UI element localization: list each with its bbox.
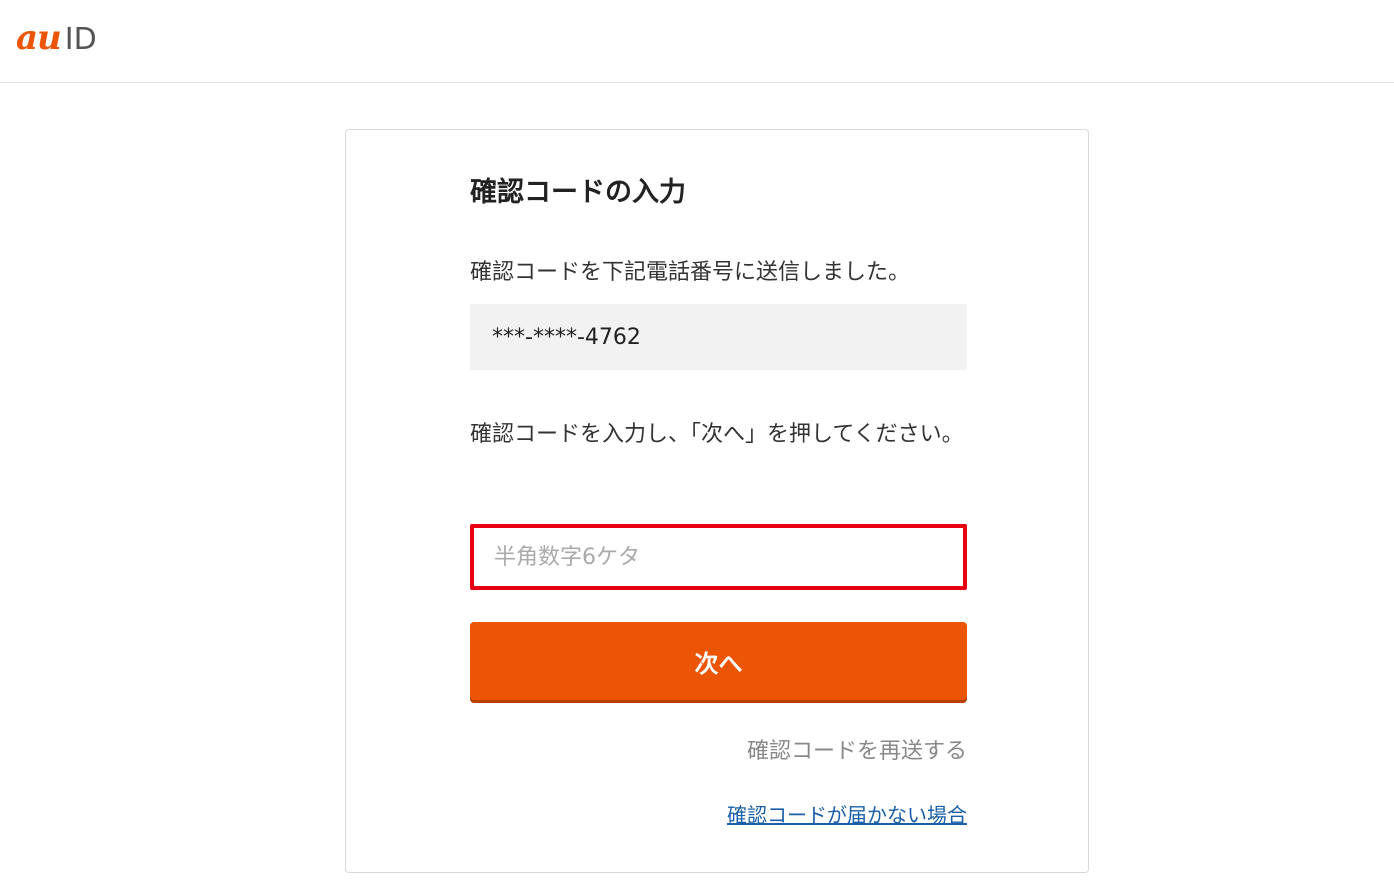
logo-suffix-text: ID: [64, 22, 97, 57]
instruction-text: 確認コードを入力し、「次へ」を押してください。: [470, 422, 964, 447]
masked-phone-text: ***-****-4762: [492, 324, 641, 350]
sent-message: 確認コードを下記電話番号に送信しました。: [470, 260, 911, 285]
page-header: au ID: [0, 0, 1394, 83]
masked-phone-number: ***-****-4762: [470, 304, 967, 370]
code-not-received-link[interactable]: 確認コードが届かない場合: [727, 799, 967, 828]
logo-brand-text: au: [16, 18, 62, 58]
next-button[interactable]: 次へ: [470, 622, 967, 700]
verification-card: 確認コードの入力 確認コードを下記電話番号に送信しました。 ***-****-4…: [345, 129, 1089, 873]
page-title: 確認コードの入力: [470, 177, 686, 208]
resend-code-link[interactable]: 確認コードを再送する: [747, 733, 967, 765]
verification-code-input[interactable]: [470, 524, 967, 590]
au-id-logo[interactable]: au ID: [16, 18, 97, 58]
